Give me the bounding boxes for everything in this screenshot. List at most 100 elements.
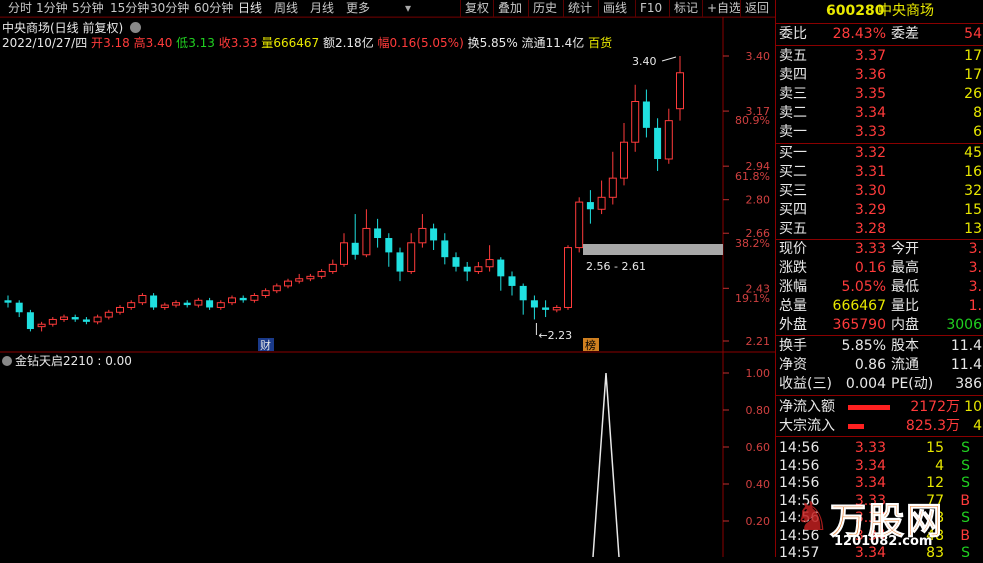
stock-code: 600280 <box>826 3 885 19</box>
ranking-badge-text: 榜 <box>585 338 596 352</box>
buy-level-label: 买五 <box>779 221 807 237</box>
buy-level-label: 买三 <box>779 183 807 199</box>
stats-value: 11.4 <box>950 357 982 373</box>
sell-level-label: 卖四 <box>779 67 807 83</box>
sell-level-label: 卖五 <box>779 48 807 64</box>
tick-volume: 4 <box>935 457 944 474</box>
quote-label: 涨跌 <box>779 260 807 276</box>
kline-chart[interactable]: 3.403.172.942.802.662.432.2180.9%61.8%38… <box>0 0 775 557</box>
candle-body-up <box>160 304 169 308</box>
candle-body-up <box>597 196 606 210</box>
candle-body-down <box>183 302 191 306</box>
panel-divider <box>776 23 983 24</box>
tick-time: 14:56 <box>779 440 820 456</box>
flow-value: 2172万 <box>910 399 960 415</box>
stats-value: 0.004 <box>845 376 886 392</box>
fib-axis-label: 61.8% <box>735 170 770 183</box>
candle-body-down <box>430 228 438 241</box>
candle-body-down <box>385 238 393 253</box>
candle-body-up <box>228 297 236 304</box>
quote-label: 今开 <box>891 241 919 257</box>
sell-level-price: 3.35 <box>854 86 886 102</box>
buy-level-row: 买四 3.29 15 <box>776 201 983 220</box>
quote-value: 365790 <box>832 317 886 333</box>
sell-level-volume: 17 <box>964 67 982 83</box>
sell-level-volume: 6 <box>973 124 982 140</box>
candle-body-up <box>172 302 180 306</box>
candle-body-up <box>317 271 326 277</box>
candle-body-down <box>586 202 594 210</box>
sell-level-label: 卖二 <box>779 105 807 121</box>
candle-body-down <box>71 317 79 320</box>
sell-level-price: 3.34 <box>854 105 886 121</box>
candle-body-up <box>620 141 628 179</box>
quote-label: 内盘 <box>891 317 919 333</box>
tick-price: 3.33 <box>854 440 886 456</box>
candle-body-down <box>15 302 23 313</box>
weibi-value: 28.43% <box>832 26 886 42</box>
buy-level-label: 买二 <box>779 164 807 180</box>
candle-body-up <box>340 242 348 265</box>
quote-value: 1. <box>968 298 982 314</box>
panel-divider <box>776 335 983 336</box>
candle-body-down <box>642 101 650 128</box>
tick-row: 14:56 3.33 15 S <box>776 439 983 458</box>
quote-label: 涨幅 <box>779 279 807 295</box>
quote-value: 5.05% <box>841 279 886 295</box>
sell-level-volume: 17 <box>964 48 982 64</box>
candle-body-up <box>474 266 483 273</box>
buy-level-price: 3.30 <box>854 183 886 199</box>
watermark-url: 1201082.com <box>834 534 933 549</box>
candle-body-up <box>261 290 270 296</box>
quote-label: 最低 <box>891 279 919 295</box>
candle-body-up <box>284 280 292 287</box>
weicha-value: 54 <box>964 26 982 42</box>
candle-body-down <box>239 297 247 301</box>
indicator-axis-label: 0.40 <box>746 478 771 491</box>
candle-body-up <box>631 101 640 143</box>
flow-label: 大宗流入 <box>779 418 835 434</box>
candle-body-down <box>4 300 12 303</box>
candle-body-up <box>216 302 225 308</box>
buy-level-row: 买二 3.31 16 <box>776 163 983 182</box>
buy-level-row: 买五 3.28 13 <box>776 220 983 239</box>
candle-body-down <box>396 252 404 272</box>
candle-body-down <box>463 266 471 272</box>
candle-body-up <box>104 311 113 318</box>
panel-divider <box>776 436 983 437</box>
flow-extra: 4 <box>973 418 982 434</box>
quote-value: 3. <box>968 279 982 295</box>
candle-body-down <box>82 319 90 322</box>
buy-level-volume: 15 <box>964 202 982 218</box>
stats-label: 净资 <box>779 357 807 373</box>
fib-axis-label: 80.9% <box>735 114 770 127</box>
flow-bar <box>848 405 890 410</box>
tick-side: S <box>961 440 970 456</box>
buy-level-volume: 13 <box>964 221 982 237</box>
stats-label: 换手 <box>779 338 807 354</box>
buy-level-price: 3.32 <box>854 145 886 161</box>
buy-level-price: 3.29 <box>854 202 886 218</box>
candle-body-up <box>272 285 281 292</box>
candle-body-up <box>116 306 124 313</box>
flow-row: 大宗流入 825.3万 4 <box>776 417 983 436</box>
sell-level-label: 卖三 <box>779 86 807 102</box>
buy-level-price: 3.28 <box>854 221 886 237</box>
candle-body-up <box>93 316 102 323</box>
sell-level-row: 卖二 3.34 8 <box>776 104 983 123</box>
buy-level-volume: 32 <box>964 183 982 199</box>
candle-body-down <box>441 240 449 258</box>
tick-volume: 15 <box>926 440 944 456</box>
flow-row: 净流入额 2172万 10 <box>776 398 983 417</box>
candle-body-up <box>575 201 584 249</box>
candle-body-up <box>407 242 416 273</box>
indicator-menu-icon[interactable] <box>2 356 12 366</box>
indicator-axis-label: 1.00 <box>746 367 771 380</box>
fib-axis-label: 38.2% <box>735 237 770 250</box>
tick-price: 3.34 <box>854 457 886 474</box>
sell-level-price: 3.37 <box>854 48 886 64</box>
stats-value: 0.86 <box>854 357 886 373</box>
stock-name: 中央商场 <box>878 3 934 19</box>
quote-label: 量比 <box>891 298 919 314</box>
sell-level-row: 卖三 3.35 26 <box>776 85 983 104</box>
